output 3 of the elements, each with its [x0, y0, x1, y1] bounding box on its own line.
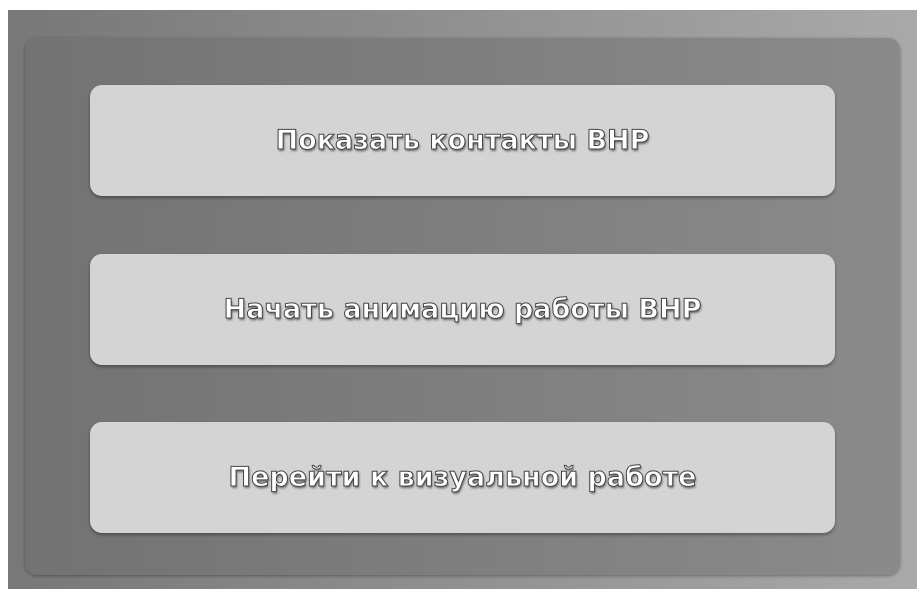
menu-button[interactable]: Перейти к визуальной работе	[90, 422, 835, 533]
menu-button[interactable]: Показать контакты ВНР	[90, 85, 835, 196]
menu-button[interactable]: Начать анимацию работы ВНР	[90, 254, 835, 364]
